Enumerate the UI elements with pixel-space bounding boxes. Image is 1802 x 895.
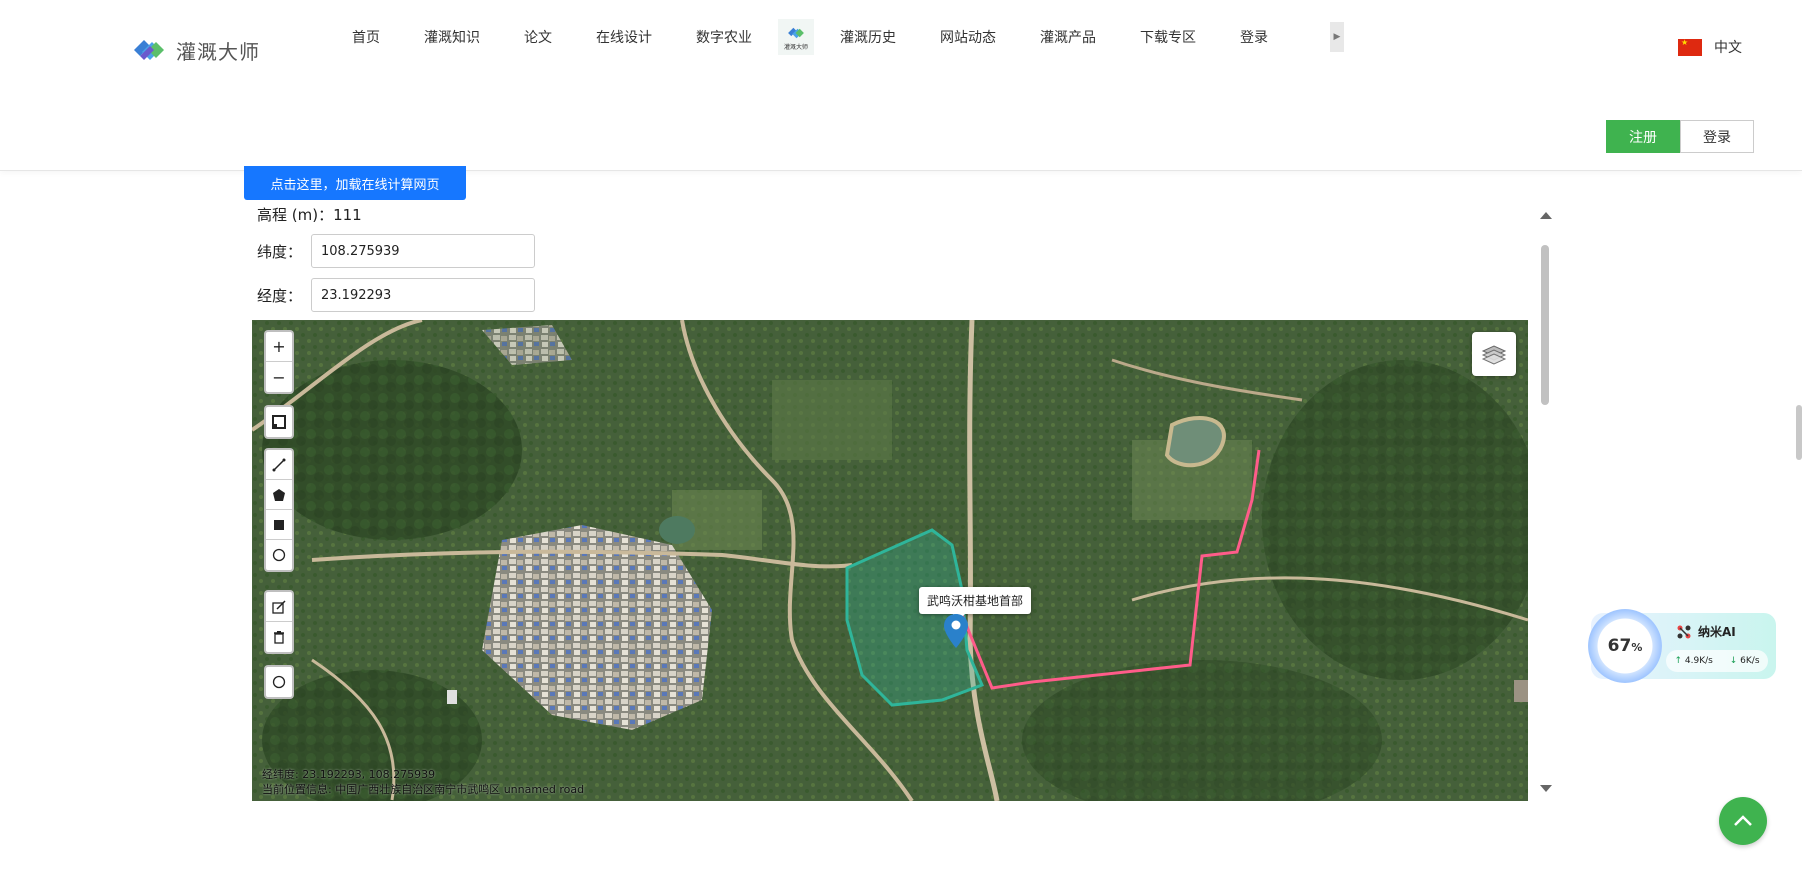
ai-brand: 纳米AI bbox=[1676, 623, 1736, 640]
auth-buttons: 注册 登录 bbox=[1606, 120, 1754, 153]
language-switch[interactable]: 中文 bbox=[1678, 37, 1742, 57]
address-line: 当前位置信息: 中国广西壮族自治区南宁市武鸣区 unnamed road bbox=[262, 783, 585, 796]
layers-button[interactable] bbox=[1472, 332, 1516, 376]
circle-marker-icon[interactable] bbox=[266, 667, 292, 697]
draw-circle-icon[interactable] bbox=[266, 540, 292, 570]
badge-diamond-icon bbox=[788, 27, 804, 38]
elevation-value: 111 bbox=[333, 205, 362, 224]
latitude-row: 纬度： bbox=[257, 234, 535, 268]
login-button[interactable]: 登录 bbox=[1680, 120, 1754, 153]
upload-arrow-icon: ↑ bbox=[1674, 656, 1682, 666]
nav-item-knowledge[interactable]: 灌溉知识 bbox=[402, 27, 502, 47]
nav-badge-logo[interactable]: 灌溉大师 bbox=[778, 19, 814, 55]
ai-brand-name: 纳米AI bbox=[1698, 625, 1736, 639]
coordinate-line: 经纬度: 23.192293, 108.275939 bbox=[262, 768, 436, 781]
scroll-down-arrow-icon[interactable] bbox=[1540, 785, 1552, 792]
content-scrollbar[interactable] bbox=[1538, 208, 1552, 798]
draw-rectangle-icon[interactable] bbox=[266, 510, 292, 540]
china-flag-icon bbox=[1678, 38, 1702, 56]
nav-item-login[interactable]: 登录 bbox=[1218, 27, 1290, 47]
elevation-row: 高程 (m)： 111 bbox=[257, 204, 362, 225]
draw-line-icon[interactable] bbox=[266, 450, 292, 480]
draw-polygon-icon[interactable] bbox=[266, 480, 292, 510]
satellite-map[interactable]: + − 武鸣沃柑基地首部 经纬度: 23.192293, 108.275939 … bbox=[252, 320, 1528, 801]
nav-item-digital-agriculture[interactable]: 数字农业 bbox=[674, 27, 774, 47]
satellite-imagery bbox=[252, 320, 1528, 801]
longitude-row: 经度： bbox=[257, 278, 535, 312]
site-logo[interactable]: 灌溉大师 bbox=[130, 34, 260, 66]
page: 灌溉大师 首页 灌溉知识 论文 在线设计 数字农业 灌溉大师 灌溉历史 网站动态… bbox=[0, 0, 1802, 895]
map-coordinate-info: 经纬度: 23.192293, 108.275939 当前位置信息: 中国广西壮… bbox=[262, 767, 584, 797]
longitude-input[interactable] bbox=[311, 278, 535, 312]
nav-item-products[interactable]: 灌溉产品 bbox=[1018, 27, 1118, 47]
marker-popup: 武鸣沃柑基地首部 bbox=[919, 587, 1032, 620]
delete-layers-icon[interactable] bbox=[266, 622, 292, 652]
register-button[interactable]: 注册 bbox=[1606, 120, 1680, 153]
longitude-label: 经度： bbox=[257, 286, 303, 305]
logo-diamond-icon bbox=[134, 40, 164, 60]
nav-item-online-design[interactable]: 在线设计 bbox=[574, 27, 674, 47]
ai-usage-ring: 67% bbox=[1588, 609, 1662, 683]
latitude-label: 纬度： bbox=[257, 242, 303, 261]
latitude-input[interactable] bbox=[311, 234, 535, 268]
ai-usage-percent: 67% bbox=[1607, 636, 1643, 656]
nav-item-papers[interactable]: 论文 bbox=[502, 27, 574, 47]
zoom-out-button[interactable]: − bbox=[266, 362, 292, 392]
page-scrollbar-thumb[interactable] bbox=[1796, 405, 1802, 460]
elevation-label: 高程 (m)： bbox=[257, 206, 334, 224]
fullscreen-control bbox=[264, 405, 294, 439]
zoom-in-button[interactable]: + bbox=[266, 332, 292, 362]
edit-toolbar bbox=[264, 590, 294, 654]
download-arrow-icon: ↓ bbox=[1729, 656, 1738, 666]
back-to-top-button[interactable] bbox=[1719, 797, 1767, 845]
nano-ai-logo-icon bbox=[1677, 625, 1691, 638]
draw-toolbar bbox=[264, 448, 294, 572]
nav-item-home[interactable]: 首页 bbox=[330, 27, 402, 47]
upload-speed: ↑ 4.9K/s bbox=[1674, 656, 1713, 666]
edit-layers-icon[interactable] bbox=[266, 592, 292, 622]
location-marker-icon[interactable] bbox=[944, 614, 968, 648]
load-calculator-button[interactable]: 点击这里，加载在线计算网页 bbox=[244, 166, 466, 200]
network-speeds: ↑ 4.9K/s ↓ 6K/s bbox=[1666, 650, 1768, 672]
fullscreen-icon[interactable] bbox=[266, 407, 292, 437]
nano-ai-widget[interactable]: 67% 纳米AI ↑ 4.9K/s ↓ 6K/s bbox=[1588, 609, 1776, 683]
chevron-up-icon bbox=[1734, 815, 1752, 826]
nav-badge-text: 灌溉大师 bbox=[783, 43, 808, 51]
circle-marker-control bbox=[264, 665, 294, 699]
download-speed: ↓ 6K/s bbox=[1729, 656, 1760, 666]
main-nav: 首页 灌溉知识 论文 在线设计 数字农业 灌溉大师 灌溉历史 网站动态 灌溉产品… bbox=[330, 19, 1344, 55]
language-label: 中文 bbox=[1714, 40, 1742, 56]
nav-item-news[interactable]: 网站动态 bbox=[918, 27, 1018, 47]
site-header: 灌溉大师 首页 灌溉知识 论文 在线设计 数字农业 灌溉大师 灌溉历史 网站动态… bbox=[0, 0, 1802, 171]
brand-name: 灌溉大师 bbox=[176, 39, 260, 64]
scroll-up-arrow-icon[interactable] bbox=[1540, 212, 1552, 219]
nav-item-downloads[interactable]: 下载专区 bbox=[1118, 27, 1218, 47]
scroll-thumb[interactable] bbox=[1541, 245, 1549, 405]
nav-item-history[interactable]: 灌溉历史 bbox=[818, 27, 918, 47]
layers-icon bbox=[1481, 345, 1507, 365]
nav-scroll-right-icon[interactable]: ▶ bbox=[1330, 22, 1344, 52]
zoom-controls: + − bbox=[264, 330, 294, 394]
